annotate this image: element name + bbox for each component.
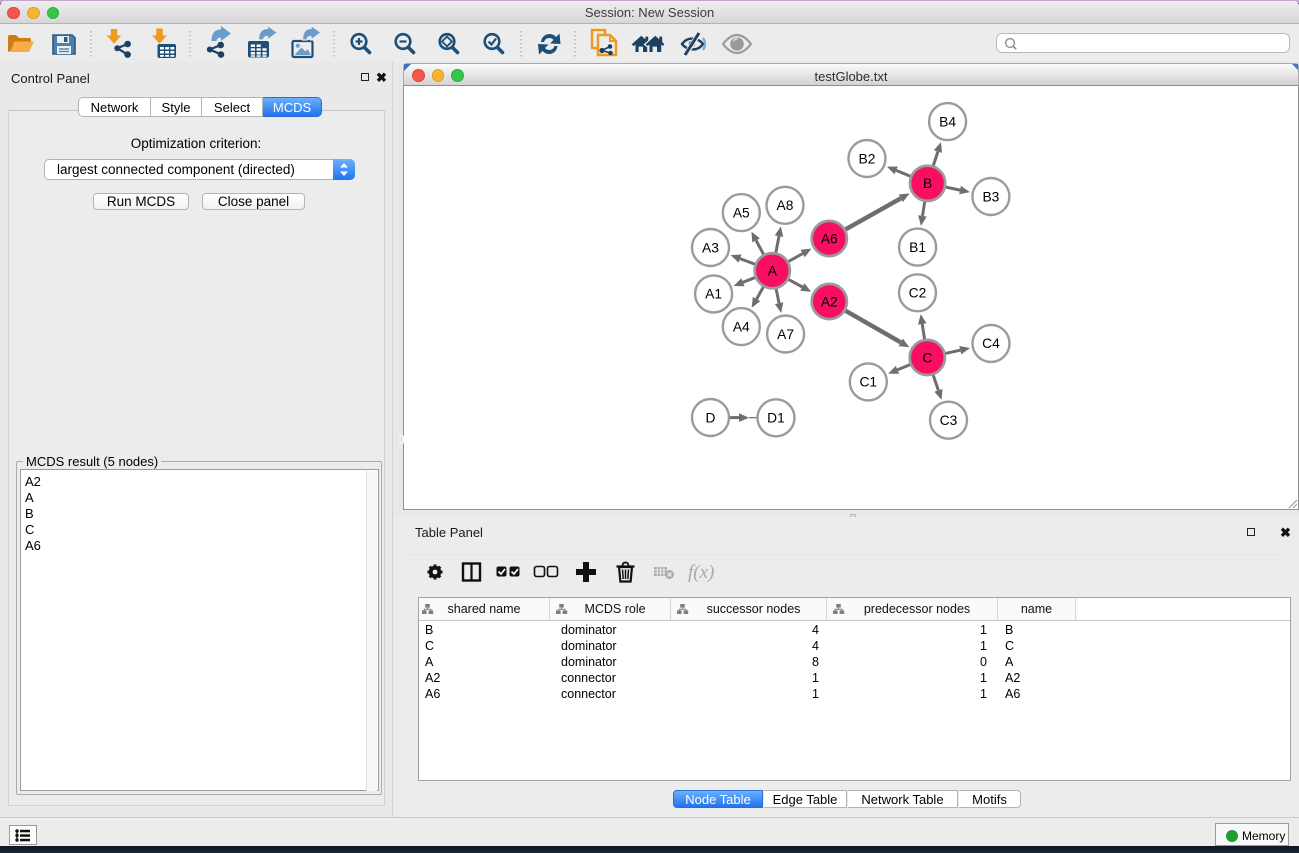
svg-text:B1: B1 <box>909 240 926 255</box>
svg-text:D1: D1 <box>767 411 785 426</box>
svg-text:A5: A5 <box>733 205 750 220</box>
svg-text:B2: B2 <box>859 151 876 166</box>
svg-text:B4: B4 <box>939 114 956 129</box>
svg-text:A1: A1 <box>705 287 722 302</box>
svg-text:A4: A4 <box>733 319 750 334</box>
svg-text:C2: C2 <box>909 286 927 301</box>
svg-text:A: A <box>768 264 778 279</box>
svg-text:D: D <box>706 410 716 425</box>
svg-text:B: B <box>923 176 932 191</box>
svg-text:A6: A6 <box>821 231 838 246</box>
svg-text:C3: C3 <box>940 413 958 428</box>
svg-text:A8: A8 <box>777 198 794 213</box>
svg-text:C4: C4 <box>982 336 1000 351</box>
svg-text:A3: A3 <box>702 240 719 255</box>
svg-text:f(x): f(x) <box>688 562 714 583</box>
svg-text:C1: C1 <box>859 375 877 390</box>
svg-text:B3: B3 <box>982 189 999 204</box>
svg-text:C: C <box>922 350 932 365</box>
svg-text:A7: A7 <box>777 327 794 342</box>
svg-text:A2: A2 <box>821 294 838 309</box>
